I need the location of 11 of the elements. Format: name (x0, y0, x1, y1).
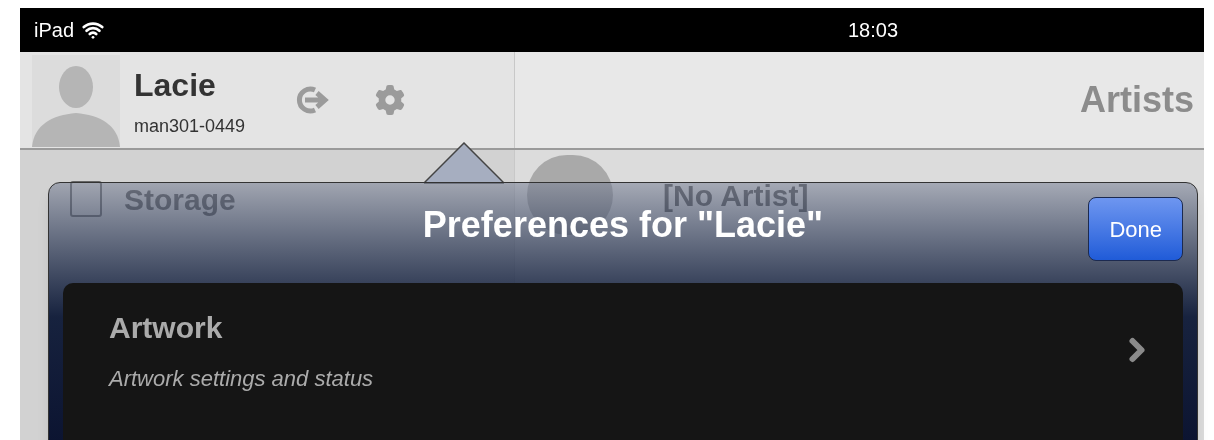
row-title: Artwork (109, 310, 224, 346)
row-subtitle: Artwork settings and status (109, 365, 375, 393)
carrier-label: iPad (34, 18, 75, 43)
account-id: man301-0449 (134, 114, 246, 138)
account-name: Lacie (134, 65, 217, 105)
status-time: 18:03 (848, 18, 899, 43)
wifi-icon (82, 19, 105, 41)
settings-row[interactable]: Artwork Artwork settings and status (63, 283, 1183, 413)
done-button[interactable]: Done (1088, 197, 1183, 261)
settings-icon[interactable] (375, 85, 406, 115)
detail-title: Artists (1079, 78, 1194, 122)
